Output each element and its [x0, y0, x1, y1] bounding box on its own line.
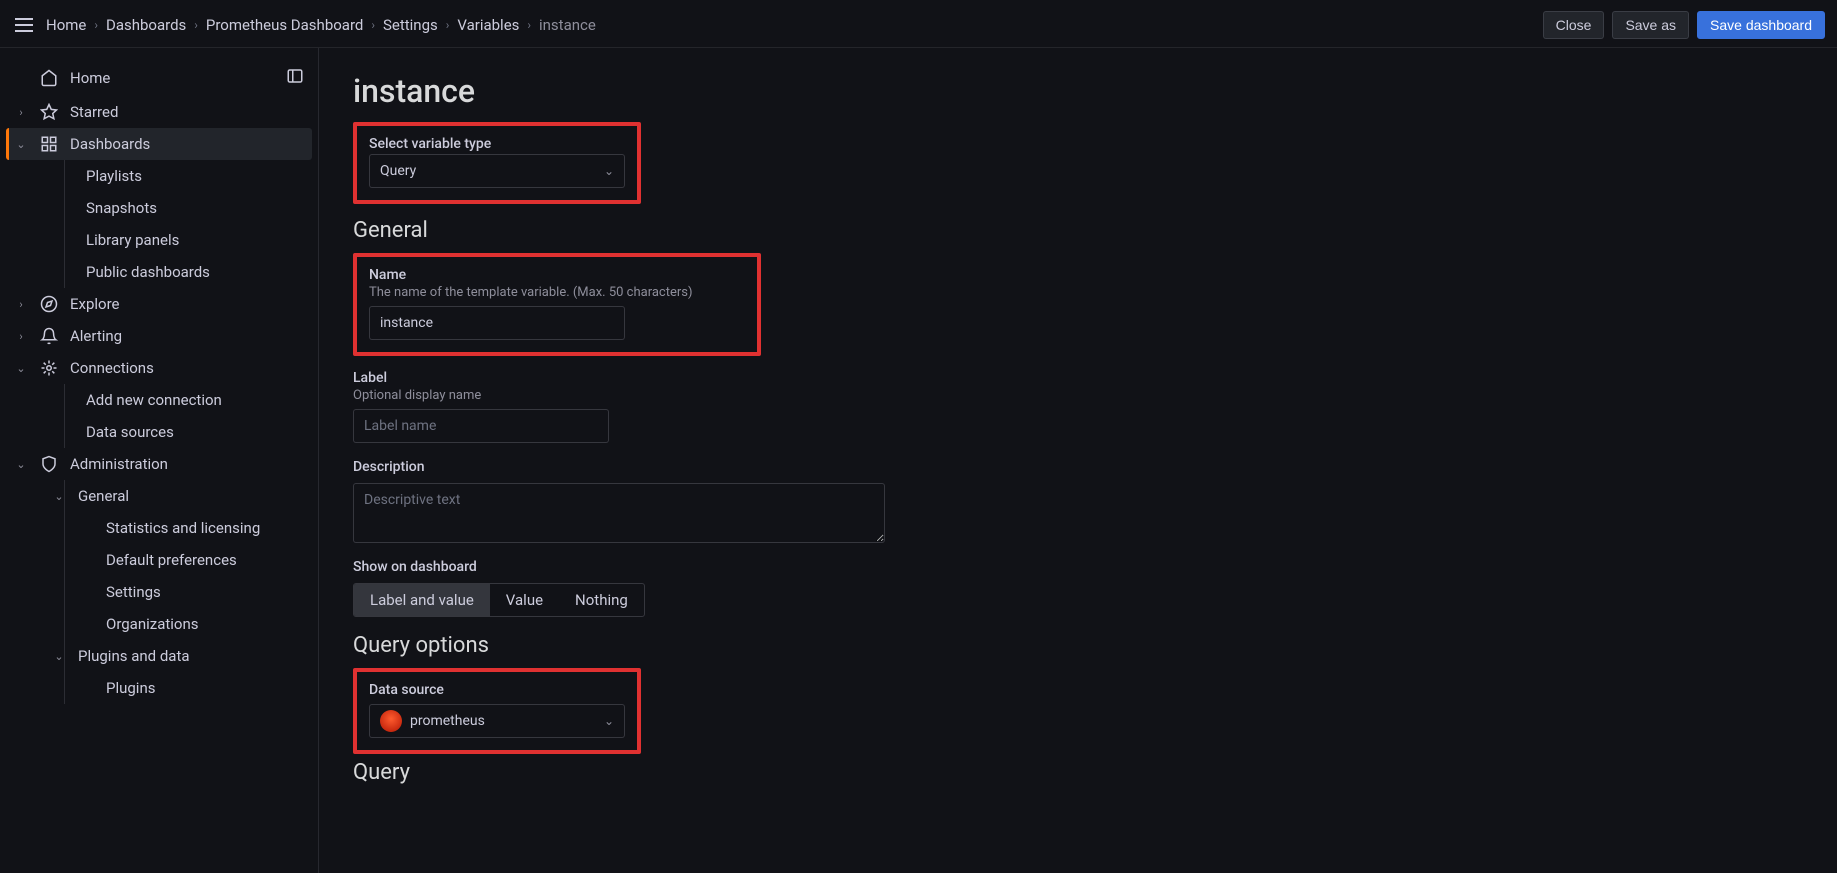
save-as-button[interactable]: Save as	[1612, 11, 1689, 39]
sidebar-item-library-panels[interactable]: Library panels	[6, 224, 312, 256]
dock-panel-icon[interactable]	[286, 67, 304, 89]
bell-icon	[40, 327, 58, 345]
description-input[interactable]	[353, 483, 885, 543]
highlight-name: Name The name of the template variable. …	[353, 253, 761, 356]
sidebar-item-plugins[interactable]: Plugins	[6, 672, 312, 704]
sidebar-item-dashboards[interactable]: ⌄ Dashboards	[6, 128, 312, 160]
sidebar-item-snapshots[interactable]: Snapshots	[6, 192, 312, 224]
sidebar-item-add-connection[interactable]: Add new connection	[6, 384, 312, 416]
sidebar-item-starred[interactable]: › Starred	[6, 96, 312, 128]
highlight-variable-type: Select variable type Query ⌄	[353, 122, 641, 204]
show-opt-label-value[interactable]: Label and value	[354, 584, 490, 616]
chevron-right-icon: ›	[14, 330, 28, 343]
crumb-current: instance	[539, 16, 596, 34]
sidebar-item-settings[interactable]: Settings	[6, 576, 312, 608]
dashboards-icon	[40, 135, 58, 153]
chevron-down-icon: ⌄	[14, 458, 28, 471]
breadcrumb: Home› Dashboards› Prometheus Dashboard› …	[46, 16, 596, 34]
label-hint: Optional display name	[353, 388, 1803, 403]
compass-icon	[40, 295, 58, 313]
sidebar-label-dashboards: Dashboards	[70, 135, 150, 153]
chevron-right-icon: ›	[14, 106, 28, 119]
general-heading: General	[353, 218, 1803, 243]
sidebar-item-home[interactable]: Home	[6, 60, 312, 96]
crumb-variables[interactable]: Variables	[457, 16, 519, 34]
crumb-prometheus[interactable]: Prometheus Dashboard	[206, 16, 363, 34]
label-label: Label	[353, 370, 1803, 386]
sidebar-label-alerting: Alerting	[70, 327, 122, 345]
name-label: Name	[369, 267, 745, 283]
chevron-down-icon: ⌄	[604, 164, 614, 178]
sidebar-label-home: Home	[70, 69, 110, 87]
sidebar-item-public-dashboards[interactable]: Public dashboards	[6, 256, 312, 288]
sidebar-item-administration[interactable]: ⌄ Administration	[6, 448, 312, 480]
crumb-dashboards[interactable]: Dashboards	[106, 16, 186, 34]
main-content: instance Select variable type Query ⌄ Ge…	[319, 48, 1837, 873]
sidebar: Home › Starred ⌄ Dashboards Playlists Sn…	[0, 48, 319, 873]
sidebar-item-data-sources[interactable]: Data sources	[6, 416, 312, 448]
sidebar-label-administration: Administration	[70, 455, 168, 473]
variable-type-select[interactable]: Query ⌄	[369, 154, 625, 188]
show-toggle-group: Label and value Value Nothing	[353, 583, 645, 617]
name-input[interactable]	[369, 306, 625, 340]
chevron-down-icon: ⌄	[14, 138, 28, 151]
shield-icon	[40, 455, 58, 473]
chevron-down-icon: ⌄	[14, 362, 28, 375]
crumb-settings[interactable]: Settings	[383, 16, 438, 34]
sidebar-item-alerting[interactable]: › Alerting	[6, 320, 312, 352]
query-options-heading: Query options	[353, 633, 1803, 658]
sidebar-item-plugins-data[interactable]: ⌄ Plugins and data	[6, 640, 312, 672]
variable-type-label: Select variable type	[369, 136, 625, 152]
description-label: Description	[353, 459, 1803, 475]
star-icon	[40, 103, 58, 121]
sidebar-item-general[interactable]: ⌄ General	[6, 480, 312, 512]
query-heading: Query	[353, 760, 1803, 785]
crumb-home[interactable]: Home	[46, 16, 86, 34]
chevron-right-icon: ›	[14, 298, 28, 311]
show-opt-nothing[interactable]: Nothing	[559, 584, 644, 616]
sidebar-label-connections: Connections	[70, 359, 154, 377]
sidebar-item-connections[interactable]: ⌄ Connections	[6, 352, 312, 384]
highlight-data-source: Data source prometheus ⌄	[353, 668, 641, 754]
sidebar-label-explore: Explore	[70, 295, 120, 313]
name-hint: The name of the template variable. (Max.…	[369, 285, 745, 300]
home-icon	[40, 69, 58, 87]
sidebar-item-stats[interactable]: Statistics and licensing	[6, 512, 312, 544]
sidebar-item-explore[interactable]: › Explore	[6, 288, 312, 320]
show-on-dashboard-label: Show on dashboard	[353, 559, 1803, 575]
prometheus-icon	[380, 710, 402, 732]
chevron-down-icon: ⌄	[604, 714, 614, 728]
label-input[interactable]	[353, 409, 609, 443]
page-title: instance	[353, 72, 1803, 110]
sidebar-item-default-prefs[interactable]: Default preferences	[6, 544, 312, 576]
sidebar-label-starred: Starred	[70, 103, 118, 121]
data-source-label: Data source	[369, 682, 625, 698]
chevron-down-icon: ⌄	[52, 490, 66, 503]
menu-icon[interactable]	[12, 13, 36, 37]
show-opt-value[interactable]: Value	[490, 584, 559, 616]
save-dashboard-button[interactable]: Save dashboard	[1697, 11, 1825, 39]
plug-icon	[40, 359, 58, 377]
close-button[interactable]: Close	[1543, 11, 1605, 39]
chevron-down-icon: ⌄	[52, 650, 66, 663]
sidebar-item-organizations[interactable]: Organizations	[6, 608, 312, 640]
sidebar-item-playlists[interactable]: Playlists	[6, 160, 312, 192]
data-source-select[interactable]: prometheus ⌄	[369, 704, 625, 738]
